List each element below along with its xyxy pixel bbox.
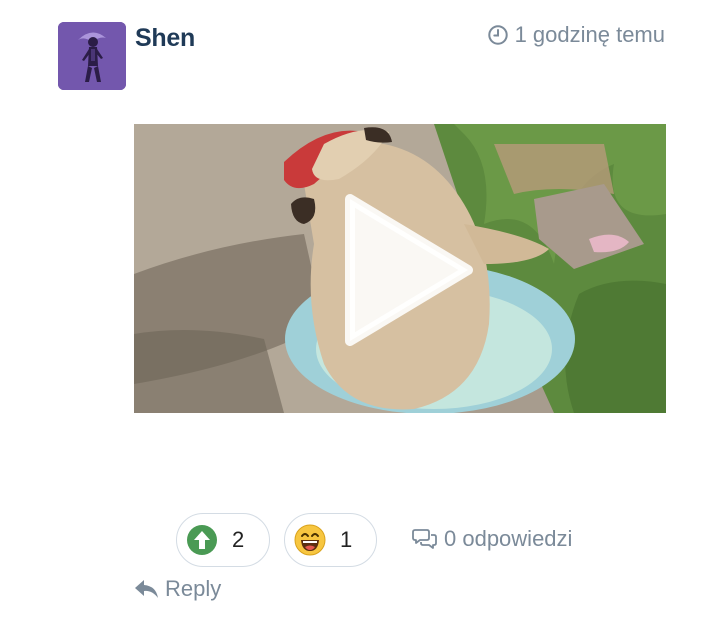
upvote-count: 2 <box>232 527 245 552</box>
reply-label: Reply <box>165 576 222 601</box>
play-icon[interactable] <box>340 194 476 346</box>
laugh-count: 1 <box>340 527 353 552</box>
laugh-reaction-button[interactable]: 1 <box>284 513 377 567</box>
timestamp-text: 1 godzinę temu <box>514 22 665 47</box>
speech-bubbles-icon <box>412 529 437 549</box>
post-timestamp: 1 godzinę temu <box>487 22 665 48</box>
replies-count-label: 0 odpowiedzi <box>444 526 573 551</box>
avatar-image <box>58 22 126 90</box>
replies-count[interactable]: 0 odpowiedzi <box>412 526 572 552</box>
author-name[interactable]: Shen <box>135 24 195 53</box>
upvote-reaction-button[interactable]: 2 <box>176 513 270 567</box>
arrow-up-circle-icon <box>187 525 217 555</box>
reply-arrow-icon <box>135 580 158 598</box>
reply-button[interactable]: Reply <box>134 576 221 602</box>
avatar[interactable] <box>58 22 126 90</box>
video-player[interactable] <box>134 124 666 413</box>
laughing-emoji-icon <box>294 524 326 556</box>
clock-icon <box>487 25 508 45</box>
